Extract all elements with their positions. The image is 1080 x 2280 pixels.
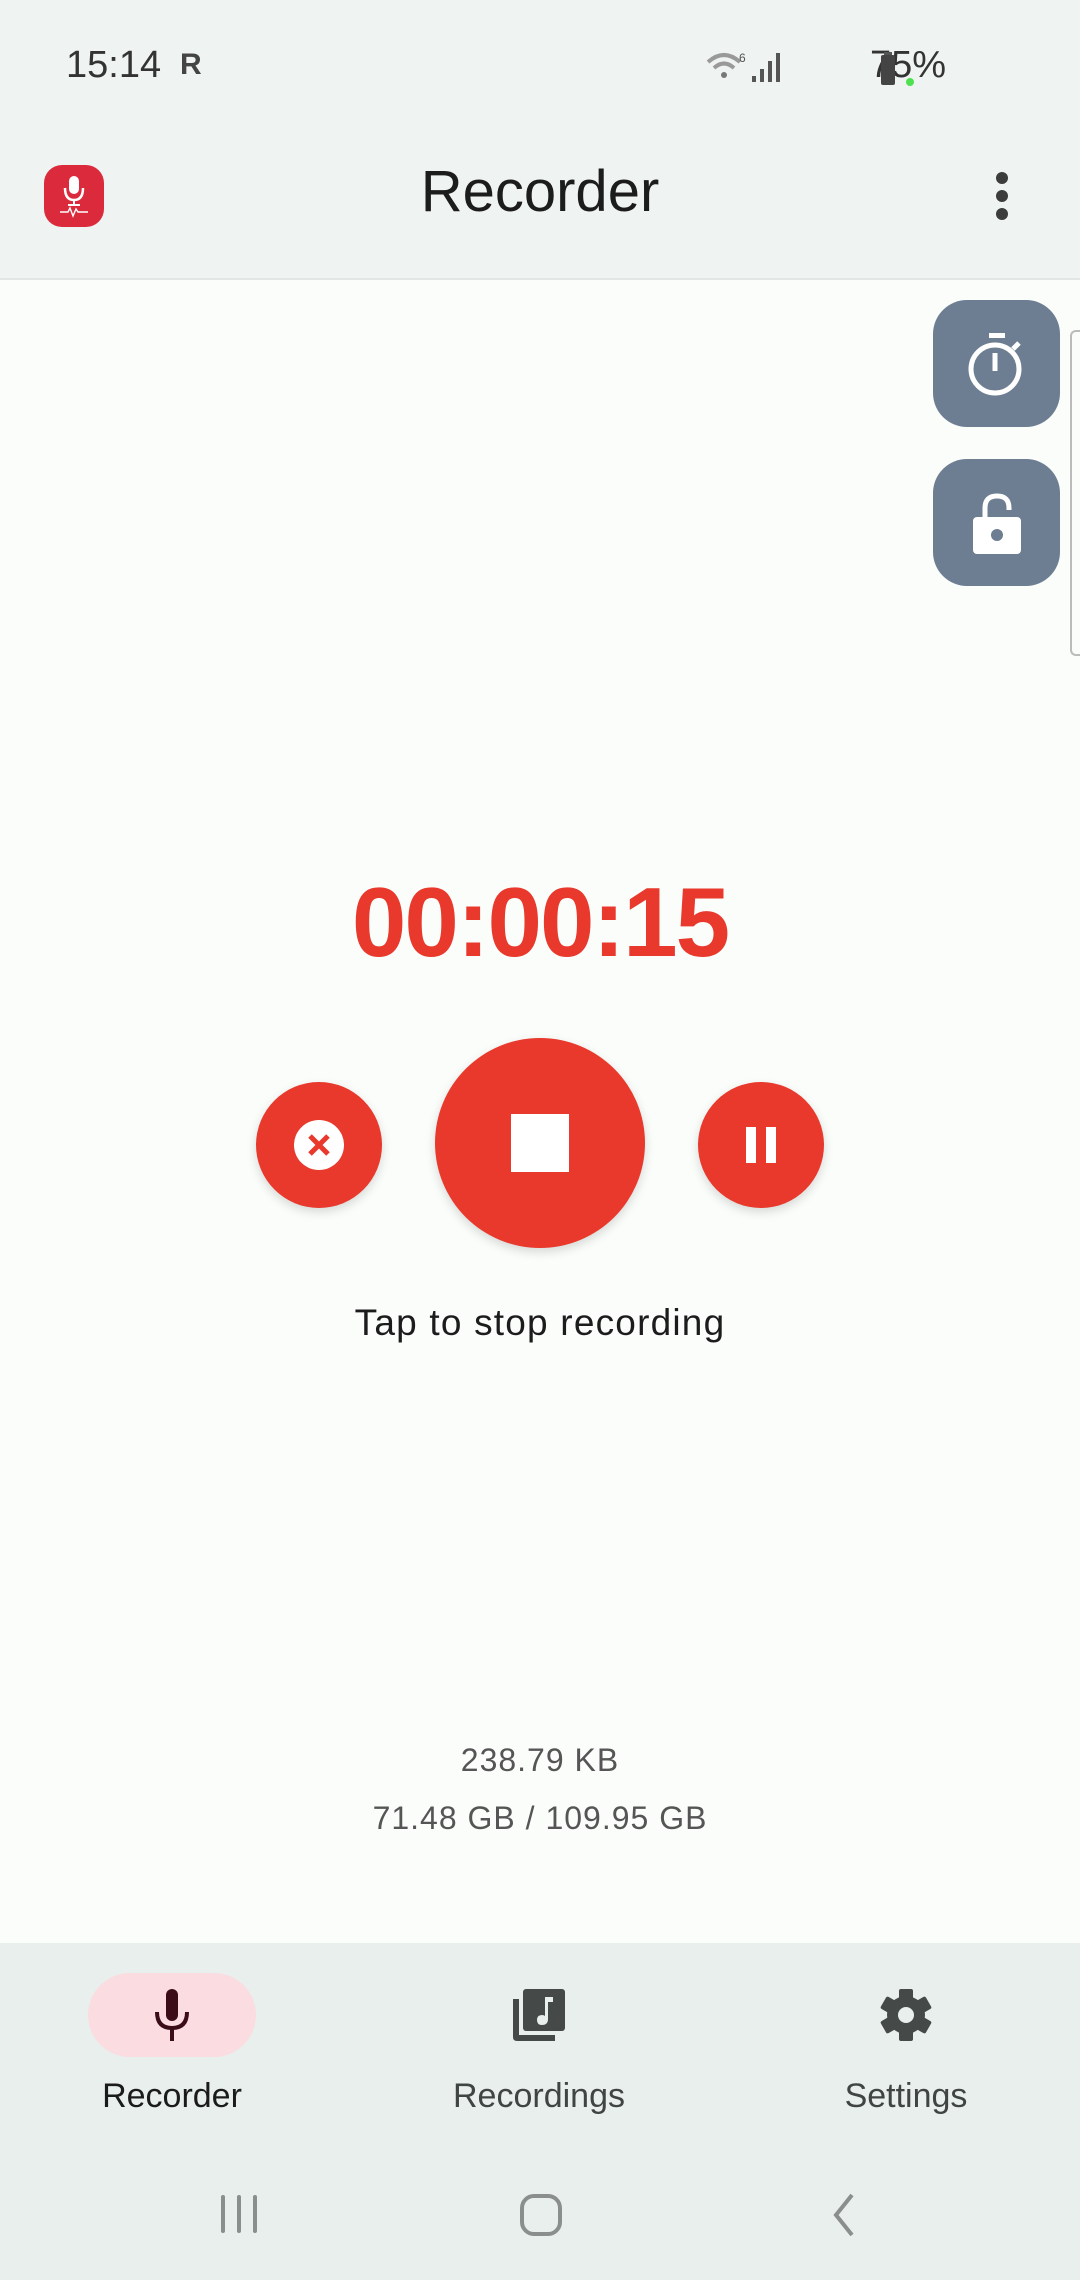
cancel-icon: [294, 1120, 344, 1170]
top-bar: 15:14 R 6 75% Recorder: [0, 0, 1080, 280]
pause-icon: [746, 1127, 776, 1163]
pause-button[interactable]: [698, 1082, 824, 1208]
elapsed-timer: 00:00:15: [351, 867, 730, 977]
notification-r-icon: R: [180, 48, 202, 81]
signal-icon: [752, 52, 788, 87]
recording-hint: Tap to stop recording: [354, 1302, 726, 1343]
file-size: 238.79 KB: [460, 1742, 620, 1778]
bottom-navigation: Recorder Recordings Settings: [0, 1943, 1080, 2280]
nav-label: Settings: [844, 2077, 968, 2115]
home-button[interactable]: [519, 2193, 563, 2242]
stop-button[interactable]: [435, 1038, 645, 1248]
lock-button[interactable]: [933, 459, 1060, 586]
mic-icon: [155, 1989, 189, 2041]
nav-item-recordings[interactable]: Recordings: [409, 1973, 669, 2116]
nav-item-recorder[interactable]: Recorder: [42, 1973, 302, 2116]
library-music-icon: [513, 1989, 565, 2041]
wifi-icon: 6: [706, 50, 750, 89]
nav-item-settings[interactable]: Settings: [776, 1973, 1036, 2116]
page-title: Recorder: [420, 159, 660, 224]
timer-button[interactable]: [933, 300, 1060, 427]
storage-usage: 71.48 GB / 109.95 GB: [372, 1800, 708, 1836]
stop-icon: [511, 1114, 569, 1172]
cancel-button[interactable]: [256, 1082, 382, 1208]
gear-icon: [880, 1989, 932, 2041]
nav-label: Recorder: [102, 2077, 242, 2115]
nav-label: Recordings: [453, 2077, 625, 2115]
timer-icon: [968, 332, 1021, 395]
more-options-icon[interactable]: [990, 172, 1014, 220]
side-panel-handle[interactable]: [1070, 330, 1080, 656]
battery-icon: [880, 52, 916, 91]
svg-text:6: 6: [739, 51, 746, 65]
back-button[interactable]: [828, 2193, 858, 2242]
unlock-icon: [972, 492, 1021, 554]
recent-apps-button[interactable]: [218, 2193, 260, 2240]
status-time: 15:14: [66, 44, 162, 86]
